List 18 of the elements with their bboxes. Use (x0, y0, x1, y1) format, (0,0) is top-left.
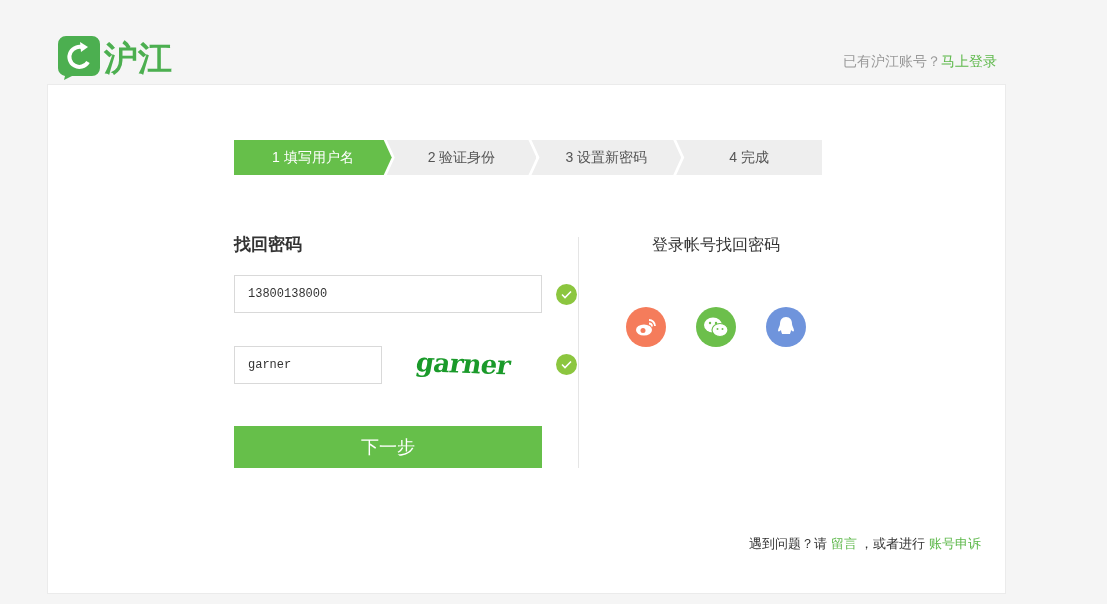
weibo-icon (635, 317, 657, 337)
leave-message-link[interactable]: 留言 (830, 535, 857, 551)
account-appeal-link[interactable]: 账号申诉 (929, 535, 981, 551)
captcha-image: garner (412, 346, 514, 383)
help-text: 遇到问题？请 留言 ，或者进行 账号申诉 (749, 534, 981, 553)
social-login-button[interactable] (696, 307, 736, 347)
login-prompt: 已有沪江账号？马上登录 (843, 52, 997, 71)
form-title: 找回密码 (234, 235, 303, 255)
phone-input[interactable]: 13800138000 (234, 275, 542, 313)
next-step-button[interactable]: 下一步 (234, 426, 542, 468)
logo-text: 沪江 (104, 41, 172, 75)
social-login-button[interactable] (766, 307, 806, 347)
chat-bubbles-icon (703, 316, 729, 338)
social-login-button[interactable] (626, 307, 666, 347)
captcha-input[interactable]: garner (234, 345, 382, 384)
login-link[interactable]: 马上登录 (941, 53, 997, 69)
social-login-title: 登录帐号找回密码 (652, 235, 780, 255)
logo-icon (58, 36, 100, 80)
